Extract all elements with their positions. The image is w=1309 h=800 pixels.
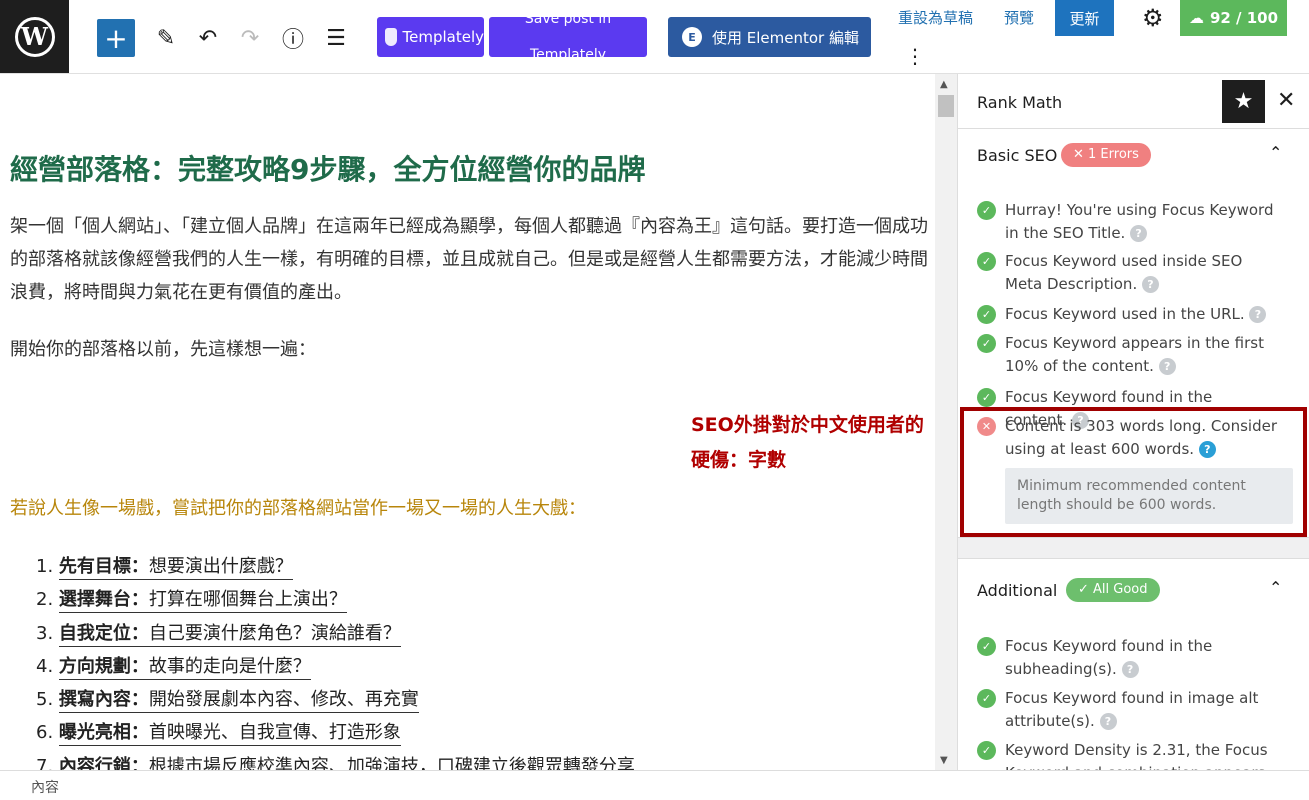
redo-icon[interactable]: ↷	[232, 19, 268, 57]
check-item: ✓ Keyword Density is 2.31, the Focus Key…	[977, 739, 1277, 770]
templately-icon	[385, 28, 397, 46]
footer-breadcrumb: 內容	[0, 770, 1309, 800]
paragraph-think[interactable]: 開始你的部落格以前，先這樣想一遍：	[10, 333, 930, 366]
list-item[interactable]: 1. 先有目標：想要演出什麼戲？	[36, 550, 635, 583]
check-item: ✓ Focus Keyword found in image alt attri…	[977, 687, 1277, 733]
list-item[interactable]: 3. 自我定位：自己要演什麼角色？演給誰看？	[36, 617, 635, 650]
check-item: ✓ Focus Keyword found in the subheading(…	[977, 635, 1277, 681]
highlight-box	[960, 407, 1307, 537]
elementor-icon: E	[682, 27, 702, 47]
rank-math-score-button[interactable]: ☁ 92 / 100	[1180, 0, 1287, 36]
wordpress-icon: W	[14, 16, 55, 57]
help-icon[interactable]: ?	[1121, 661, 1139, 678]
check-icon: ✓	[977, 201, 996, 220]
check-icon: ✓	[977, 252, 996, 271]
wordpress-logo-button[interactable]: W	[0, 0, 69, 73]
undo-icon[interactable]: ↶	[190, 19, 226, 57]
elementor-label: 使用 Elementor 編輯	[712, 28, 859, 47]
breadcrumb-label[interactable]: 內容	[31, 777, 59, 797]
list-item[interactable]: 5. 撰寫內容：開始發展劇本內容、修改、再充實	[36, 683, 635, 716]
edit-pencil-icon[interactable]: ✎	[148, 19, 184, 57]
check-item: ✓ Focus Keyword used in the URL. ?	[977, 303, 1277, 326]
editor-scrollbar[interactable]: ▲ ▼	[935, 74, 957, 770]
score-label: 92 / 100	[1209, 9, 1279, 27]
basic-seo-title: Basic SEO	[977, 146, 1058, 165]
list-item[interactable]: 2. 選擇舞台：打算在哪個舞台上演出？	[36, 583, 635, 616]
errors-badge: ✕ 1 Errors	[1061, 143, 1151, 167]
templately-label: Templately	[402, 28, 485, 46]
check-item: ✓ Focus Keyword appears in the first 10%…	[977, 332, 1277, 378]
basic-seo-section-header[interactable]: Basic SEO ✕ 1 Errors ⌃	[958, 129, 1309, 179]
star-icon[interactable]: ★	[1222, 80, 1265, 123]
post-title[interactable]: 經營部落格：完整攻略9步驟，全方位經營你的品牌	[10, 148, 646, 188]
rank-math-panel: Rank Math ★ ✕ Basic SEO ✕ 1 Errors ⌃ ✓ H…	[957, 74, 1309, 770]
chevron-up-icon[interactable]: ⌃	[1269, 578, 1282, 597]
all-good-badge: ✓ All Good	[1066, 578, 1160, 602]
check-icon: ✓	[977, 637, 996, 656]
scroll-down-icon[interactable]: ▼	[940, 755, 948, 766]
check-icon: ✓	[977, 741, 996, 760]
check-icon: ✓	[977, 305, 996, 324]
edit-with-elementor-button[interactable]: E 使用 Elementor 編輯	[668, 17, 871, 57]
info-icon[interactable]: ⓘ	[275, 19, 311, 57]
add-block-button[interactable]: +	[97, 19, 135, 57]
preview-link[interactable]: 預覽	[1004, 7, 1034, 28]
list-item[interactable]: 7. 內容行銷：根據市場反應校準內容、加強演技，口碑建立後觀眾轉發分享	[36, 750, 635, 770]
update-button[interactable]: 更新	[1055, 0, 1114, 36]
steps-list[interactable]: 1. 先有目標：想要演出什麼戲？ 2. 選擇舞台：打算在哪個舞台上演出？ 3. …	[36, 550, 635, 770]
list-item[interactable]: 4. 方向規劃：故事的走向是什麼？	[36, 650, 635, 683]
panel-header: Rank Math ★ ✕	[958, 74, 1309, 129]
paragraph-intro[interactable]: 架一個「個人網站」、「建立個人品牌」在這兩年已經成為顯學，每個人都聽過『內容為王…	[10, 210, 930, 309]
check-icon: ✓	[977, 334, 996, 353]
switch-to-draft-link[interactable]: 重設為草稿	[898, 7, 973, 28]
top-toolbar: W + ✎ ↶ ↷ ⓘ ☰ Templately Save post in Te…	[0, 0, 1309, 74]
check-item: ✓ Focus Keyword used inside SEO Meta Des…	[977, 250, 1277, 296]
section-divider	[958, 537, 1309, 559]
save-post-label: Save post in Templately	[524, 17, 612, 57]
additional-section-header[interactable]: Additional ✓ All Good ⌃	[958, 564, 1309, 614]
help-icon[interactable]: ?	[1142, 276, 1159, 293]
chevron-up-icon[interactable]: ⌃	[1269, 143, 1282, 162]
list-view-icon[interactable]: ☰	[318, 19, 354, 57]
help-icon[interactable]: ?	[1249, 306, 1267, 323]
paragraph-subtitle[interactable]: 若說人生像一場戲，嘗試把你的部落格網站當作一場又一場的人生大戲：	[10, 494, 586, 520]
help-icon[interactable]: ?	[1158, 358, 1176, 375]
additional-title: Additional	[977, 581, 1058, 600]
scroll-up-icon[interactable]: ▲	[940, 79, 948, 90]
save-post-in-templately-button[interactable]: Save post in Templately	[489, 17, 647, 57]
panel-title: Rank Math	[977, 93, 1063, 112]
templately-button[interactable]: Templately	[377, 17, 484, 57]
scrollbar-thumb[interactable]	[938, 95, 954, 117]
list-item[interactable]: 6. 曝光亮相：首映曝光、自我宣傳、打造形象	[36, 716, 635, 749]
more-options-icon[interactable]: ⋮	[905, 46, 925, 66]
seo-annotation: SEO外掛對於中文使用者的硬傷：字數	[691, 414, 924, 471]
close-icon[interactable]: ✕	[1277, 88, 1295, 113]
check-icon: ✓	[977, 689, 996, 708]
help-icon[interactable]: ?	[1099, 713, 1117, 730]
editor-canvas[interactable]: 經營部落格：完整攻略9步驟，全方位經營你的品牌 架一個「個人網站」、「建立個人品…	[0, 74, 935, 770]
check-item: ✓ Hurray! You're using Focus Keyword in …	[977, 199, 1277, 245]
rank-math-icon: ☁	[1188, 9, 1204, 27]
help-icon[interactable]: ?	[1130, 225, 1148, 242]
check-icon: ✓	[977, 388, 996, 407]
settings-gear-icon[interactable]: ⚙	[1142, 4, 1164, 32]
